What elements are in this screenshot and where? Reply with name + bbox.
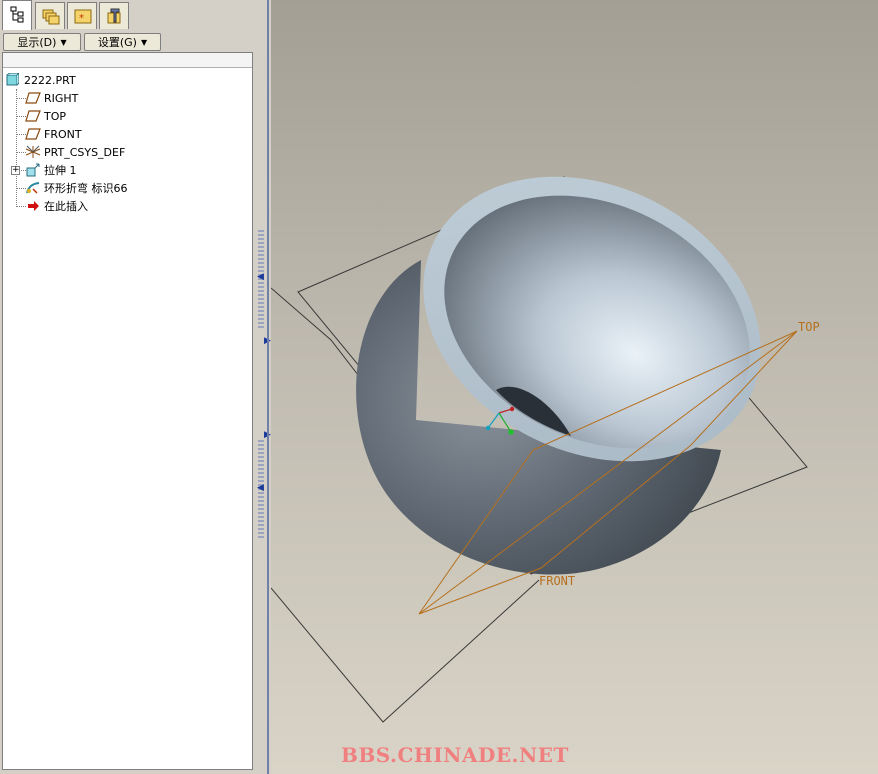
tree-root-item[interactable]: 2222.PRT [5,71,76,89]
tree-item-top[interactable]: TOP [25,107,66,125]
tree-item-label: FRONT [44,127,82,141]
tree-root-label: 2222.PRT [24,73,76,87]
tree-item-label: 在此插入 [44,200,88,213]
insert-here-arrow-icon [25,199,41,213]
favorites-icon: * [74,9,92,24]
collapse-left-icon[interactable]: ◀ [257,483,264,493]
datum-plane-front[interactable] [271,579,540,723]
splitter-line [267,0,269,774]
tree-item-label: RIGHT [44,91,79,105]
settings-label: 设置(G) [97,36,137,49]
extrude-icon [25,163,41,177]
display-dropdown-button[interactable]: 显示(D) ▼ [3,33,81,51]
tree-item-label: TOP [44,109,67,123]
tree-item-csys[interactable]: PRT_CSYS_DEF [25,143,125,161]
model-tree: 2222.PRT RIGHT TOP FRONT PRT_CSYS_DEF + … [2,52,253,770]
toroidal-bend-icon [25,181,41,195]
datum-plane-icon [25,91,41,105]
tree-item-front[interactable]: FRONT [25,125,82,143]
tree-item-toroidal-bend[interactable]: 环形折弯 标识66 [25,179,128,197]
part-icon [5,71,21,87]
coordinate-system-icon [25,145,41,159]
panel-splitter[interactable]: ◀ ◀ ▶ ▶ [256,0,271,774]
tab-connections[interactable] [99,2,129,29]
graphics-viewport[interactable]: TOP FRONT BBS.CHINADE.NET [271,0,878,774]
tree-connector [16,89,17,207]
navigator-tabs: * [0,0,256,30]
model-tree-icon [10,6,24,23]
tab-favorites[interactable]: * [67,2,97,29]
tree-toolbar: 显示(D) ▼ 设置(G) ▼ [0,31,256,53]
expand-toggle[interactable]: + [11,166,20,175]
watermark: BBS.CHINADE.NET [341,743,569,767]
tree-item-label: 拉伸 1 [44,164,77,177]
settings-dropdown-button[interactable]: 设置(G) ▼ [84,33,161,51]
tools-icon [107,8,121,24]
model-scene[interactable]: TOP FRONT [271,0,878,774]
svg-text:*: * [79,13,84,24]
plane-label-front: FRONT [539,574,575,588]
collapse-left-icon[interactable]: ◀ [257,272,264,282]
tree-item-right[interactable]: RIGHT [25,89,78,107]
datum-plane-icon [25,109,41,123]
dropdown-arrow-icon: ▼ [140,37,148,47]
tree-item-extrude[interactable]: 拉伸 1 [25,161,77,179]
datum-plane-icon [25,127,41,141]
tab-folder-browser[interactable] [35,2,65,29]
tree-column-header [3,53,252,68]
folders-icon [42,9,60,25]
display-label: 显示(D) [17,36,57,49]
navigator-panel: * 显示(D) ▼ 设置(G) ▼ 2222.PRT RIGHT TOP FRO… [0,0,256,774]
dropdown-arrow-icon: ▼ [60,37,67,47]
tree-item-label: 环形折弯 标识66 [44,182,128,195]
tree-item-label: PRT_CSYS_DEF [44,145,126,159]
plane-label-top: TOP [798,320,820,334]
tree-item-insert-here[interactable]: 在此插入 [25,197,88,215]
tab-model-tree[interactable] [2,0,32,30]
